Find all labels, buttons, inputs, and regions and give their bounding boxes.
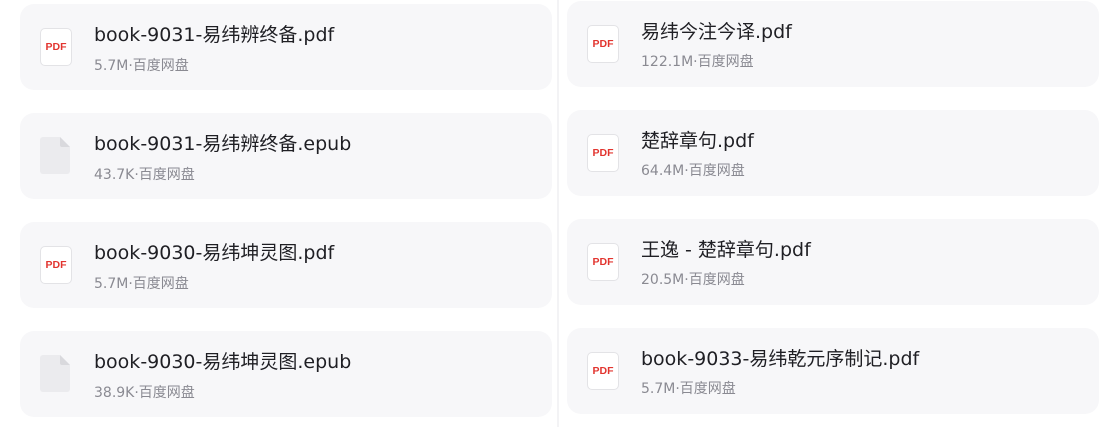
- generic-file-icon: [40, 355, 70, 392]
- pdf-badge: PDF: [592, 38, 614, 50]
- column-divider: [557, 0, 559, 427]
- file-meta: 5.7M·百度网盘: [94, 58, 189, 74]
- file-name[interactable]: book-9031-易纬辨终备.pdf: [94, 23, 334, 47]
- file-meta: 38.9K·百度网盘: [94, 385, 195, 401]
- file-name[interactable]: book-9030-易纬坤灵图.epub: [94, 350, 351, 374]
- file-name[interactable]: 楚辞章句.pdf: [641, 129, 754, 153]
- pdf-icon: PDF: [40, 28, 72, 66]
- pdf-icon: PDF: [587, 25, 619, 63]
- pdf-badge: PDF: [592, 256, 614, 268]
- file-name[interactable]: 易纬今注今译.pdf: [641, 20, 792, 44]
- pdf-icon: PDF: [587, 134, 619, 172]
- file-meta: 20.5M·百度网盘: [641, 272, 745, 288]
- pdf-badge: PDF: [45, 259, 67, 271]
- file-card[interactable]: book-9031-易纬辨终备.epub 43.7K·百度网盘: [20, 113, 552, 199]
- pdf-badge: PDF: [592, 365, 614, 377]
- file-card[interactable]: PDF book-9030-易纬坤灵图.pdf 5.7M·百度网盘: [20, 222, 552, 308]
- file-meta: 64.4M·百度网盘: [641, 163, 745, 179]
- pdf-icon: PDF: [587, 243, 619, 281]
- file-card[interactable]: PDF book-9031-易纬辨终备.pdf 5.7M·百度网盘: [20, 4, 552, 90]
- pdf-icon: PDF: [40, 246, 72, 284]
- file-meta: 5.7M·百度网盘: [641, 381, 736, 397]
- file-card[interactable]: PDF book-9033-易纬乾元序制记.pdf 5.7M·百度网盘: [567, 328, 1099, 414]
- file-name[interactable]: book-9033-易纬乾元序制记.pdf: [641, 347, 919, 371]
- file-meta: 5.7M·百度网盘: [94, 276, 189, 292]
- file-card[interactable]: PDF 王逸 - 楚辞章句.pdf 20.5M·百度网盘: [567, 219, 1099, 305]
- generic-file-icon: [40, 137, 70, 174]
- file-name[interactable]: book-9031-易纬辨终备.epub: [94, 132, 351, 156]
- file-card[interactable]: book-9030-易纬坤灵图.epub 38.9K·百度网盘: [20, 331, 552, 417]
- pdf-badge: PDF: [45, 41, 67, 53]
- file-name[interactable]: 王逸 - 楚辞章句.pdf: [641, 238, 811, 262]
- file-meta: 43.7K·百度网盘: [94, 167, 195, 183]
- file-card[interactable]: PDF 楚辞章句.pdf 64.4M·百度网盘: [567, 110, 1099, 196]
- file-name[interactable]: book-9030-易纬坤灵图.pdf: [94, 241, 334, 265]
- file-card[interactable]: PDF 易纬今注今译.pdf 122.1M·百度网盘: [567, 1, 1099, 87]
- file-meta: 122.1M·百度网盘: [641, 54, 754, 70]
- pdf-icon: PDF: [587, 352, 619, 390]
- pdf-badge: PDF: [592, 147, 614, 159]
- search-results-page: PDF book-9031-易纬辨终备.pdf 5.7M·百度网盘 book-9…: [0, 0, 1106, 427]
